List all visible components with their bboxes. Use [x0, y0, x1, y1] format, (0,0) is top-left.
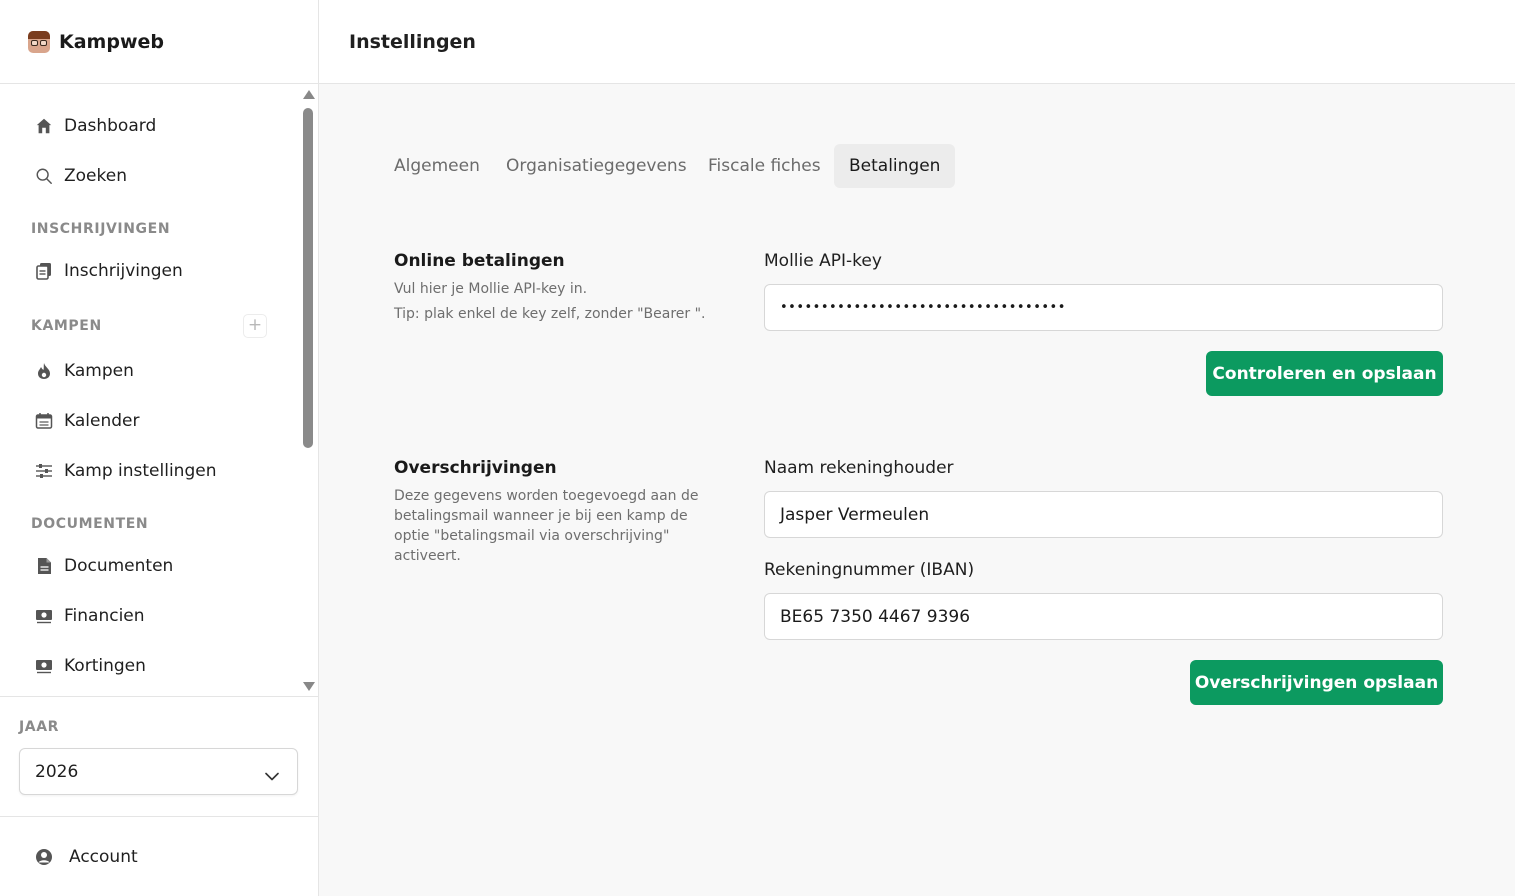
year-select[interactable]: 2026 — [19, 748, 298, 795]
page-title: Instellingen — [349, 30, 476, 53]
sidebar-item-search[interactable]: Zoeken — [25, 156, 275, 196]
sidebar-item-calendar[interactable]: Kalender — [25, 401, 275, 441]
sidebar-item-camps[interactable]: Kampen — [25, 351, 275, 391]
sidebar-nav: Dashboard Zoeken INSCHRIJVINGEN Inschrij… — [0, 84, 300, 696]
sidebar-item-label: Kampen — [64, 361, 134, 381]
scroll-thumb[interactable] — [303, 108, 313, 448]
home-icon — [34, 116, 54, 136]
sidebar-item-label: Kalender — [64, 411, 140, 431]
online-payments-title: Online betalingen — [394, 251, 565, 271]
online-payments-desc-1: Vul hier je Mollie API-key in. — [394, 281, 588, 297]
transfers-title: Overschrijvingen — [394, 458, 557, 478]
document-icon — [34, 556, 54, 576]
account-link[interactable]: Account — [0, 816, 318, 896]
iban-value: BE65 7350 4467 9396 — [780, 606, 971, 627]
sidebar-item-label: Financien — [64, 606, 145, 626]
clipboard-icon — [34, 261, 54, 281]
sidebar-item-camp-settings[interactable]: Kamp instellingen — [25, 451, 275, 491]
verify-and-save-button[interactable]: Controleren en opslaan — [1206, 351, 1443, 396]
transfers-desc: Deze gegevens worden toegevoegd aan de b… — [394, 488, 699, 564]
chevron-down-icon — [265, 766, 279, 786]
mollie-key-label: Mollie API-key — [764, 251, 882, 271]
sidebar: Kampweb Dashboard Zoeken INSCHRIJVINGEN … — [0, 0, 319, 896]
money-icon — [34, 606, 54, 626]
year-selector-block: JAAR 2026 — [0, 696, 318, 816]
account-holder-input[interactable]: Jasper Vermeulen — [764, 491, 1443, 538]
scroll-up-arrow-icon[interactable] — [303, 90, 315, 99]
tab-tax-forms[interactable]: Fiscale fiches — [693, 144, 836, 188]
calendar-icon — [34, 411, 54, 431]
sidebar-item-label: Documenten — [64, 556, 174, 576]
sidebar-scrollbar[interactable] — [300, 84, 318, 696]
sidebar-item-discounts[interactable]: Kortingen — [25, 646, 275, 686]
app-name: Kampweb — [59, 30, 164, 53]
year-label: JAAR — [19, 719, 60, 735]
sidebar-item-label: Kortingen — [64, 656, 146, 676]
save-transfers-button[interactable]: Overschrijvingen opslaan — [1190, 660, 1443, 705]
online-payments-desc-2: Tip: plak enkel de key zelf, zonder "Bea… — [394, 306, 706, 322]
user-icon — [35, 848, 53, 866]
iban-input[interactable]: BE65 7350 4467 9396 — [764, 593, 1443, 640]
brand[interactable]: Kampweb — [0, 0, 318, 84]
ticket-icon — [34, 656, 54, 676]
iban-label: Rekeningnummer (IBAN) — [764, 560, 975, 580]
account-label: Account — [69, 846, 138, 867]
sidebar-item-label: Dashboard — [64, 116, 157, 136]
search-icon — [34, 166, 54, 186]
account-holder-value: Jasper Vermeulen — [780, 504, 930, 525]
sidebar-item-finances[interactable]: Financien — [25, 596, 275, 636]
sidebar-item-label: Kamp instellingen — [64, 461, 217, 481]
sidebar-item-label: Zoeken — [64, 166, 127, 186]
kampweb-logo-icon — [28, 30, 50, 53]
mollie-key-input[interactable]: ••••••••••••••••••••••••••••••••••• — [764, 284, 1443, 331]
mollie-key-value: ••••••••••••••••••••••••••••••••••• — [780, 300, 1066, 315]
section-label-camps: KAMPEN — [31, 318, 102, 334]
sidebar-item-registrations[interactable]: Inschrijvingen — [25, 251, 275, 291]
sidebar-item-documents[interactable]: Documenten — [25, 546, 275, 586]
account-holder-label: Naam rekeninghouder — [764, 458, 954, 478]
section-label-documents: DOCUMENTEN — [31, 516, 149, 532]
scroll-down-arrow-icon[interactable] — [303, 682, 315, 691]
section-label-registrations: INSCHRIJVINGEN — [31, 221, 171, 237]
tab-organisation[interactable]: Organisatiegegevens — [491, 144, 702, 188]
sliders-icon — [34, 461, 54, 481]
tab-payments[interactable]: Betalingen — [834, 144, 956, 188]
fire-icon — [34, 361, 54, 381]
tab-general[interactable]: Algemeen — [379, 144, 495, 188]
year-value: 2026 — [35, 761, 79, 782]
page-header: Instellingen — [319, 0, 1515, 84]
sidebar-item-label: Inschrijvingen — [64, 261, 183, 281]
sidebar-item-dashboard[interactable]: Dashboard — [25, 106, 275, 146]
add-camp-button[interactable]: + — [243, 314, 267, 338]
